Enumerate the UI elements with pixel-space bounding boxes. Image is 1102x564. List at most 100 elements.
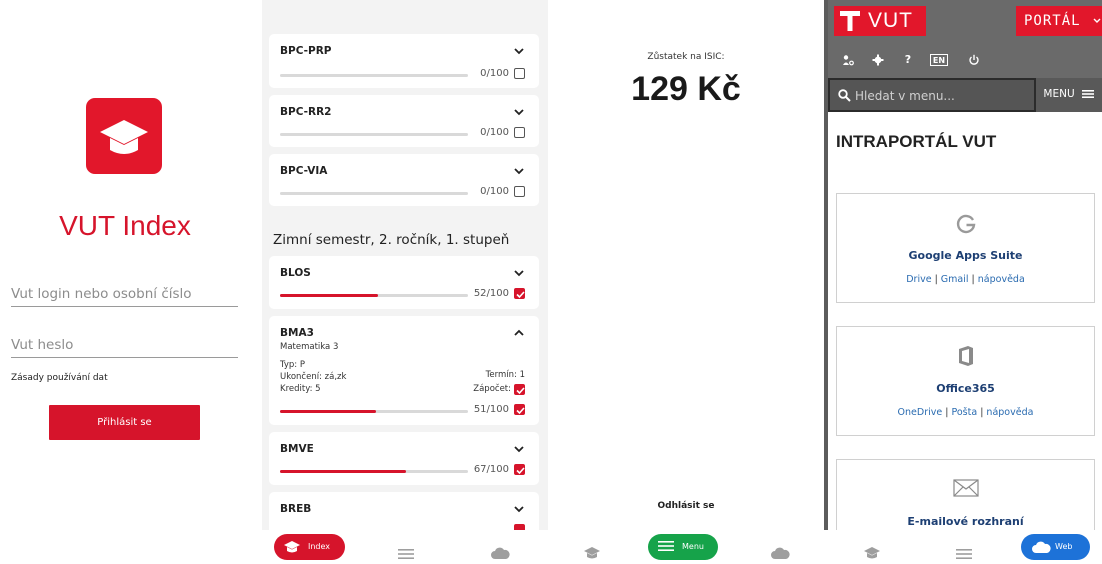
score-text: 51/100 — [473, 404, 509, 415]
score-text: 0/100 — [480, 68, 509, 79]
vut-index-logo — [86, 98, 162, 174]
portal-dropdown-button[interactable]: PORTÁL — [1016, 6, 1102, 36]
login-screen: VUT Index Zásady používání dat Přihlásit… — [0, 0, 262, 564]
user-key-icon[interactable] — [842, 54, 854, 66]
app-title: VUT Index — [59, 210, 191, 241]
logout-link[interactable]: Odhlásit se — [548, 501, 824, 511]
nav-menu-button[interactable]: Menu — [648, 534, 718, 560]
password-input[interactable] — [11, 332, 238, 358]
chevron-down-icon[interactable] — [513, 107, 525, 117]
course-card-bmve[interactable]: BMVE 67/100 — [269, 432, 539, 485]
course-code: BREB — [280, 503, 312, 515]
course-term: Termín: 1 — [485, 370, 525, 380]
nav-web-label: Web — [1055, 542, 1073, 551]
tile-title: Office365 — [936, 382, 995, 395]
nav-cloud-icon[interactable] — [490, 540, 510, 564]
course-card-bma3-expanded[interactable]: BMA3 Matematika 3 Typ: P Ukončení: zá,zk… — [269, 316, 539, 425]
mail-link[interactable]: Pošta — [951, 407, 977, 418]
nav-graduation-cap-icon[interactable] — [584, 540, 600, 564]
menu-label: MENU — [1043, 88, 1075, 100]
course-name: Matematika 3 — [280, 342, 339, 352]
nav-index-button[interactable]: Index — [274, 534, 345, 560]
terms-link[interactable]: Zásady používání dat — [11, 373, 108, 383]
nav-menu-label: Menu — [682, 542, 704, 551]
login-input[interactable] — [11, 281, 238, 307]
course-checkbox[interactable] — [514, 127, 525, 138]
course-card-blos[interactable]: BLOS 52/100 — [269, 256, 539, 309]
portal-search-row: MENU — [828, 78, 1102, 112]
nav-menu-icon[interactable] — [956, 541, 972, 564]
isic-balance-value: 129 Kč — [631, 70, 741, 108]
score-progress — [280, 410, 468, 413]
envelope-icon — [837, 478, 1094, 502]
vut-logo-text: VUT — [868, 9, 913, 32]
credit-checkbox[interactable] — [514, 384, 525, 395]
score-text: 0/100 — [480, 127, 509, 138]
chevron-down-icon[interactable] — [513, 504, 525, 514]
gear-icon[interactable] — [872, 54, 884, 66]
nav-menu-icon[interactable] — [398, 541, 414, 564]
course-checkbox[interactable] — [514, 464, 525, 475]
menu-search-input[interactable] — [855, 87, 1030, 105]
portal-header: VUT PORTÁL — [828, 0, 1102, 42]
tile-google-apps[interactable]: Google Apps Suite Drive | Gmail | nápově… — [836, 193, 1095, 303]
score-progress — [280, 294, 468, 297]
hamburger-icon — [1082, 90, 1094, 98]
isic-balance-label: Zůstatek na ISIC: — [647, 52, 725, 62]
chevron-down-icon[interactable] — [513, 444, 525, 454]
course-card-bpc-rr2[interactable]: BPC-RR2 0/100 — [269, 95, 539, 147]
hamburger-icon — [658, 541, 674, 551]
chevron-up-icon[interactable] — [513, 328, 525, 338]
course-card-bpc-via[interactable]: BPC-VIA 0/100 — [269, 154, 539, 206]
tile-office365[interactable]: Office365 OneDrive | Pošta | nápověda — [836, 326, 1095, 436]
tile-links: OneDrive | Pošta | nápověda — [897, 407, 1034, 418]
google-help-link[interactable]: nápověda — [978, 274, 1025, 285]
score-progress — [280, 74, 468, 77]
graduation-cap-icon — [284, 541, 300, 553]
chevron-down-icon[interactable] — [513, 166, 525, 176]
course-code: BPC-VIA — [280, 165, 328, 177]
language-en-button[interactable]: EN — [930, 54, 948, 66]
vut-t-icon — [840, 11, 860, 31]
drive-link[interactable]: Drive — [906, 274, 931, 285]
search-icon — [838, 89, 851, 102]
score-progress — [280, 192, 468, 195]
chevron-down-icon[interactable] — [513, 46, 525, 56]
chevron-down-icon[interactable] — [513, 268, 525, 278]
onedrive-link[interactable]: OneDrive — [898, 407, 943, 418]
course-checkbox[interactable] — [514, 68, 525, 79]
course-code: BMVE — [280, 443, 314, 455]
score-text: 0/100 — [480, 186, 509, 197]
nav-index-label: Index — [308, 542, 331, 551]
cloud-icon — [1032, 541, 1051, 553]
nav-web-button[interactable]: Web — [1021, 534, 1090, 560]
login-button[interactable]: Přihlásit se — [49, 405, 200, 440]
menu-search-box — [828, 78, 1036, 112]
gmail-link[interactable]: Gmail — [941, 274, 969, 285]
google-g-icon — [837, 212, 1094, 240]
tile-title: Google Apps Suite — [908, 249, 1023, 262]
tile-title: E-mailové rozhraní — [907, 515, 1024, 528]
chevron-down-icon — [1093, 18, 1101, 23]
help-icon[interactable]: ? — [902, 54, 914, 66]
nav-graduation-cap-icon[interactable] — [864, 540, 880, 564]
course-type: Typ: P — [280, 360, 305, 370]
course-card-bpc-prp[interactable]: BPC-PRP 0/100 — [269, 34, 539, 88]
tile-links: Drive | Gmail | nápověda — [906, 274, 1025, 285]
vut-logo[interactable]: VUT — [834, 6, 926, 36]
course-checkbox[interactable] — [514, 186, 525, 197]
office-help-link[interactable]: nápověda — [986, 407, 1033, 418]
portal-screen: VUT PORTÁL ? EN MENU INTRAPORTÁL VUT Goo… — [824, 0, 1102, 564]
course-completion: Ukončení: zá,zk — [280, 372, 347, 382]
semester-title: Zimní semestr, 2. ročník, 1. stupeň — [273, 232, 510, 248]
office-icon — [837, 345, 1094, 371]
course-checkbox[interactable] — [514, 288, 525, 299]
nav-cloud-icon[interactable] — [770, 540, 790, 564]
power-icon[interactable] — [968, 54, 980, 66]
credit-label: Zápočet: — [473, 384, 511, 394]
course-code: BPC-RR2 — [280, 106, 332, 118]
portal-toolbar: ? EN — [828, 42, 1102, 78]
score-progress — [280, 470, 468, 473]
course-checkbox[interactable] — [514, 404, 525, 415]
menu-button[interactable]: MENU — [1043, 88, 1094, 100]
